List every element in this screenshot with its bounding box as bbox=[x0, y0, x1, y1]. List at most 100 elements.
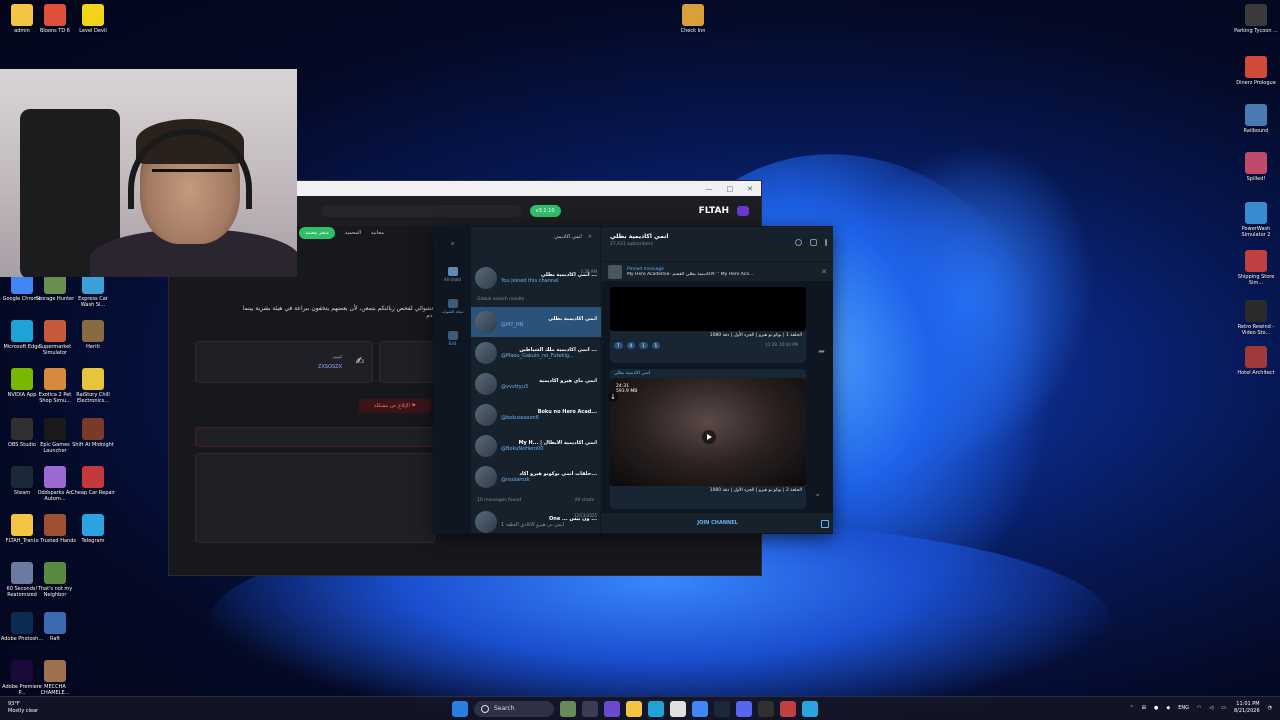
desktop-icon[interactable]: That's not my Neighbor bbox=[33, 562, 77, 598]
widgets-icon[interactable] bbox=[560, 701, 576, 717]
tab-protected[interactable]: المحمية bbox=[345, 230, 361, 236]
battery-icon[interactable]: ▭ bbox=[1221, 705, 1226, 711]
close-pin-icon[interactable]: ✕ bbox=[821, 268, 827, 276]
desktop-icon[interactable]: Railbound bbox=[1234, 104, 1278, 134]
mic-icon[interactable]: ● bbox=[1154, 705, 1158, 711]
join-channel-button[interactable]: JOIN CHANNEL bbox=[602, 513, 833, 533]
sidebar-icon[interactable] bbox=[810, 239, 817, 246]
desktop-icon[interactable]: Spilled! bbox=[1234, 152, 1278, 182]
desktop-icon[interactable]: Retro Rewind - Video Sto... bbox=[1234, 300, 1278, 336]
close-icon[interactable]: ✕ bbox=[747, 185, 753, 193]
file-explorer-icon[interactable] bbox=[626, 701, 642, 717]
pinned-message-bar[interactable]: Pinned message My Hero Academia- الاكادي… bbox=[602, 261, 833, 281]
windows-start-icon[interactable] bbox=[452, 701, 468, 717]
task-view-icon[interactable] bbox=[582, 701, 598, 717]
teams-icon[interactable] bbox=[604, 701, 620, 717]
desktop-icon[interactable]: Parking Tycoon ... bbox=[1234, 4, 1278, 34]
row-subtitle: انمي بي هيرو الاكادي الحلقة 1 bbox=[501, 522, 565, 528]
reaction-other[interactable]: 1 bbox=[651, 342, 661, 349]
shield-icon[interactable]: ◆ bbox=[1166, 705, 1170, 711]
desktop-icon-label: Steam bbox=[13, 490, 31, 496]
chevron-up-icon[interactable]: ⌃ bbox=[1130, 705, 1134, 711]
steam-icon[interactable] bbox=[714, 701, 730, 717]
app-icon[interactable] bbox=[780, 701, 796, 717]
desktop-icon-label: Shift At Midnight bbox=[72, 442, 114, 448]
search-result-row[interactable]: My H... | انمي اكاديمية الابطال @BokuNoHe… bbox=[471, 431, 601, 461]
telegram-window[interactable]: ☰ All chats مجلد القنوات Edit انمي اكادي… bbox=[433, 226, 833, 534]
tab-free[interactable]: مجانية bbox=[371, 230, 384, 236]
store-icon[interactable] bbox=[670, 701, 686, 717]
avatar bbox=[475, 435, 497, 457]
report-button-label: الإبلاغ عن مشكلة bbox=[374, 403, 410, 409]
desktop-icon[interactable]: Telegram bbox=[71, 514, 115, 544]
obs-icon[interactable] bbox=[758, 701, 774, 717]
reaction-smile[interactable]: 4 bbox=[626, 342, 636, 349]
site-logo[interactable]: FLTAH bbox=[699, 206, 729, 216]
desktop-icon[interactable]: Hotel Architect bbox=[1234, 346, 1278, 376]
message-episode-2[interactable]: انمي اكاديمية بطلي 24:31 593.9 MB ↓ الحل… bbox=[608, 369, 806, 509]
reaction-heart[interactable]: 7 bbox=[614, 342, 623, 349]
volume-icon[interactable]: ◁ bbox=[1209, 705, 1213, 711]
gift-icon[interactable] bbox=[821, 520, 829, 528]
search-bar[interactable]: انمي اكاديمي ✕ bbox=[471, 227, 600, 247]
wifi-icon[interactable]: ◠ bbox=[1197, 705, 1201, 711]
desktop-icon[interactable]: Dinerz Prologue bbox=[1234, 56, 1278, 86]
coupon-code[interactable]: ZXSOSZX bbox=[318, 364, 342, 370]
maximize-icon[interactable]: □ bbox=[727, 185, 734, 193]
telegram-icon[interactable] bbox=[802, 701, 818, 717]
message-episode-1[interactable]: الحلقة 1 | بوكو نو هيرو | الجزء الأول | … bbox=[610, 287, 806, 363]
search-result-row[interactable]: Boku no Hero Acad... @bokuseason6 bbox=[471, 400, 601, 430]
search-result-row[interactable]: انمي اكاديمية بطلي @MY_HN bbox=[471, 307, 601, 337]
report-problem-button[interactable]: الإبلاغ عن مشكلة ⚑ bbox=[359, 399, 431, 413]
desktop-icon[interactable]: PowerWash Simulator 2 bbox=[1234, 202, 1278, 238]
folder-edit[interactable]: Edit bbox=[434, 331, 471, 346]
desktop-icon[interactable]: Cheap Car Repair bbox=[71, 466, 115, 496]
message-result-row[interactable]: One ... ون بيس ... انمي بي هيرو الاكادي ا… bbox=[471, 507, 601, 537]
desktop-icon[interactable]: Level Devil bbox=[71, 4, 115, 34]
clear-search-icon[interactable]: ✕ bbox=[588, 234, 592, 240]
taskbar-search[interactable]: Search bbox=[474, 701, 554, 717]
minimize-icon[interactable]: — bbox=[706, 185, 713, 193]
desktop-icon[interactable]: Shift At Midnight bbox=[71, 418, 115, 448]
desktop-icon[interactable]: Shipping Store Sim... bbox=[1234, 250, 1278, 286]
menu-icon[interactable]: ☰ bbox=[434, 241, 471, 246]
desktop-icon[interactable]: Raft bbox=[33, 612, 77, 642]
search-input[interactable] bbox=[321, 205, 522, 217]
search-result-row[interactable]: انمي ماي هيرو اكاديمية @vvvttyu3 bbox=[471, 369, 601, 399]
desktop-icon-check-inn[interactable]: Check Inn bbox=[671, 4, 715, 34]
search-result-row[interactable]: انمي اكاديمية ملك الشياطين ... @Maou_Gaku… bbox=[471, 338, 601, 368]
play-icon[interactable] bbox=[702, 430, 716, 444]
weather-widget[interactable]: 93°F Mostly clear bbox=[8, 701, 38, 715]
reaction-thumb[interactable]: 1 bbox=[639, 342, 648, 349]
clock[interactable]: 11:01 PM 8/21/2026 bbox=[1234, 701, 1260, 715]
chat-row[interactable]: انمي اكاديمية بطلي ... You joined this ch… bbox=[471, 263, 601, 293]
desktop-icon[interactable]: MECCHA CHAMELE... bbox=[33, 660, 77, 696]
chat-header[interactable]: انمي اكاديمية بطلي 27,431 subscribers bbox=[602, 227, 833, 261]
desktop-icon[interactable]: Express Car Wash Si... bbox=[71, 272, 115, 308]
network-icon[interactable]: ⊞ bbox=[1142, 705, 1146, 711]
tab-certified-store[interactable]: متجر معتمد bbox=[299, 227, 335, 239]
coupon-card[interactable]: كوبون ZXSOSZX ✍ bbox=[195, 341, 373, 383]
download-icon[interactable]: ↓ bbox=[608, 392, 618, 402]
more-icon[interactable] bbox=[825, 239, 827, 246]
share-icon[interactable]: ➦ bbox=[818, 347, 825, 356]
notifications-icon[interactable]: ◔ bbox=[1268, 705, 1272, 711]
video-player[interactable]: 24:31 593.9 MB ↓ bbox=[608, 378, 806, 486]
discord-icon[interactable] bbox=[736, 701, 752, 717]
edge-icon[interactable] bbox=[648, 701, 664, 717]
avatar bbox=[475, 311, 497, 333]
desktop-icon[interactable]: Heriti bbox=[71, 320, 115, 350]
video-thumbnail[interactable] bbox=[610, 287, 806, 331]
search-input[interactable]: انمي اكاديمي bbox=[554, 234, 581, 240]
language-indicator[interactable]: ENG bbox=[1178, 705, 1189, 711]
folder-channels[interactable]: مجلد القنوات bbox=[434, 299, 471, 314]
folder-all-chats[interactable]: All chats bbox=[434, 267, 471, 282]
gamepad-icon[interactable] bbox=[737, 206, 749, 216]
all-chats-filter[interactable]: All chats bbox=[575, 498, 594, 503]
chrome-icon[interactable] bbox=[692, 701, 708, 717]
desktop-icon[interactable]: RaiStory Chill Electronics... bbox=[71, 368, 115, 404]
comments-box[interactable] bbox=[195, 453, 435, 543]
search-icon[interactable] bbox=[795, 239, 802, 246]
search-result-row[interactable]: حلقات انمي بوكونو هيرو اكاد... @nsolamzk bbox=[471, 462, 601, 492]
scroll-down-icon[interactable]: ⌄ bbox=[814, 489, 821, 498]
